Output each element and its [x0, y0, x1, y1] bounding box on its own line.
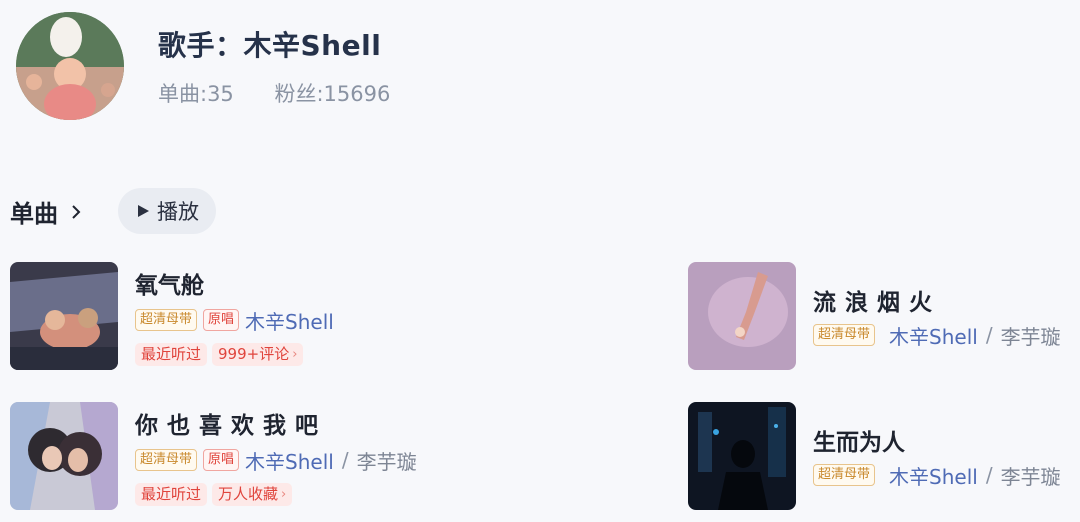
song-title[interactable]: 生而为人 [813, 423, 905, 457]
recently-played-badge: 最近听过 [135, 343, 208, 366]
quality-tag: 超清母带 [135, 309, 198, 331]
song-badges: 最近听过 999+评论 › [135, 343, 304, 366]
song-meta: 超清母带 原唱 木辛Shell [135, 306, 334, 335]
chevron-right-icon: › [292, 347, 298, 362]
artist-separator: / [985, 463, 993, 487]
song-cover[interactable] [10, 402, 118, 510]
song-meta: 超清母带 木辛Shell / 李芋璇 [813, 321, 1061, 350]
favorites-label: 万人收藏 [218, 485, 279, 503]
song-badges: 最近听过 万人收藏 › [135, 483, 293, 506]
chevron-right-icon [72, 204, 81, 219]
fans-count: 粉丝:15696 [274, 82, 391, 106]
play-icon [138, 205, 149, 217]
artist-link[interactable]: 木辛Shell [889, 461, 978, 490]
singer-stats: 单曲:35 粉丝:15696 [158, 78, 390, 108]
artist-link[interactable]: 李芋璇 [1001, 461, 1061, 490]
song-title[interactable]: 氧气舱 [135, 266, 204, 300]
singer-avatar[interactable] [16, 12, 124, 120]
artist-link[interactable]: 木辛Shell [889, 321, 978, 350]
song-meta: 超清母带 原唱 木辛Shell / 李芋璇 [135, 446, 417, 475]
section-title-label: 单曲 [10, 200, 58, 228]
song-cover[interactable] [688, 262, 796, 370]
artist-link[interactable]: 木辛Shell [245, 306, 334, 335]
song-cover[interactable] [10, 262, 118, 370]
singles-count: 单曲:35 [158, 82, 234, 106]
recently-played-badge: 最近听过 [135, 483, 208, 506]
chevron-right-icon: › [281, 487, 287, 502]
original-tag: 原唱 [203, 309, 240, 331]
original-tag: 原唱 [203, 449, 240, 471]
song-title[interactable]: 你也喜欢我吧 [135, 406, 327, 440]
artist-link[interactable]: 李芋璇 [357, 446, 417, 475]
quality-tag: 超清母带 [135, 449, 198, 471]
song-meta: 超清母带 木辛Shell / 李芋璇 [813, 461, 1061, 490]
comments-badge[interactable]: 999+评论 › [212, 343, 304, 366]
artist-separator: / [341, 448, 349, 472]
song-title[interactable]: 流浪烟火 [813, 283, 941, 317]
artist-link[interactable]: 李芋璇 [1001, 321, 1061, 350]
artist-separator: / [985, 323, 993, 347]
comments-label: 999+评论 [218, 345, 290, 363]
quality-tag: 超清母带 [813, 324, 876, 346]
song-cover[interactable] [688, 402, 796, 510]
section-title-singles[interactable]: 单曲 [10, 194, 86, 229]
artist-link[interactable]: 木辛Shell [245, 446, 334, 475]
favorites-badge[interactable]: 万人收藏 › [212, 483, 293, 506]
play-all-button[interactable]: 播放 [118, 188, 216, 234]
play-all-label: 播放 [157, 200, 199, 224]
quality-tag: 超清母带 [813, 464, 876, 486]
page-title: 歌手：木辛Shell [158, 29, 382, 62]
